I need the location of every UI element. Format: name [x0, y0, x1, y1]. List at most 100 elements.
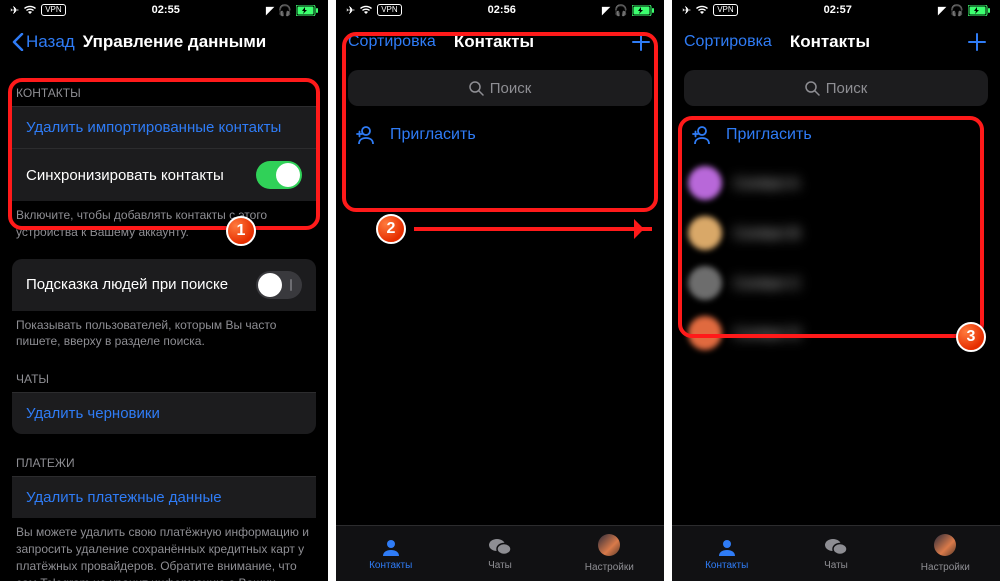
contact-row[interactable]: Contact D: [672, 308, 1000, 358]
airplane-icon: ✈: [682, 4, 691, 17]
annotation-arrow: [414, 227, 652, 231]
settings-tab-icon: [598, 534, 620, 560]
sort-button[interactable]: Сортировка: [684, 33, 772, 51]
tab-label: Контакты: [369, 560, 412, 571]
nav-header: Назад Управление данными: [0, 20, 328, 64]
add-contact-button[interactable]: [966, 31, 988, 53]
delete-imported-contacts[interactable]: Удалить импортированные контакты: [12, 106, 316, 148]
tab-label: Настройки: [921, 562, 970, 573]
battery-icon: [968, 5, 990, 16]
page-title: Контакты: [790, 32, 870, 52]
settings-tab-icon: [934, 534, 956, 560]
search-placeholder: Поиск: [490, 80, 532, 97]
contact-name: Contact D: [734, 325, 984, 342]
invite-icon: [354, 124, 376, 146]
screen-1-data-management: ✈ VPN 02:55 ◤ 🎧 Назад Управление данными…: [0, 0, 328, 581]
chats-tab-icon: [488, 536, 512, 558]
nav-header: Сортировка Контакты: [336, 20, 664, 64]
invite-icon: [690, 124, 712, 146]
status-bar: ✈ VPN 02:56 ◤ 🎧: [336, 0, 664, 20]
status-time: 02:55: [152, 4, 180, 16]
contact-list: Contact A Contact B Contact C Contact D: [672, 158, 1000, 358]
status-time: 02:56: [488, 4, 516, 16]
status-time: 02:57: [824, 4, 852, 16]
search-icon: [469, 81, 484, 96]
contact-name: Contact C: [734, 275, 984, 292]
delete-drafts[interactable]: Удалить черновики: [12, 392, 316, 434]
chats-tab-icon: [824, 536, 848, 558]
headphones-icon: 🎧: [950, 4, 964, 17]
contact-row[interactable]: Contact C: [672, 258, 1000, 308]
contact-name: Contact A: [734, 175, 984, 192]
battery-icon: [632, 5, 654, 16]
back-label: Назад: [26, 32, 75, 52]
page-title: Контакты: [454, 32, 534, 52]
annotation-badge-3: 3: [956, 322, 986, 352]
sync-contacts-toggle[interactable]: [256, 161, 302, 189]
chevron-left-icon: [12, 33, 24, 51]
avatar: [688, 166, 722, 200]
plus-icon: [966, 31, 988, 53]
payments-footer: Вы можете удалить свою платёжную информа…: [12, 518, 316, 581]
avatar: [688, 216, 722, 250]
plus-icon: [630, 31, 652, 53]
airplane-icon: ✈: [346, 4, 355, 17]
search-bar[interactable]: Поиск: [348, 70, 652, 106]
avatar: [688, 316, 722, 350]
tab-chats[interactable]: Чаты: [445, 526, 554, 581]
cell-label: Удалить черновики: [26, 405, 160, 422]
nav-header: Сортировка Контакты: [672, 20, 1000, 64]
tab-contacts[interactable]: Контакты: [672, 526, 781, 581]
tab-chats[interactable]: Чаты: [781, 526, 890, 581]
contacts-tab-icon: [380, 536, 402, 558]
vpn-badge: VPN: [41, 4, 65, 16]
tab-contacts[interactable]: Контакты: [336, 526, 445, 581]
tab-settings[interactable]: Настройки: [891, 526, 1000, 581]
add-contact-button[interactable]: [630, 31, 652, 53]
tab-label: Чаты: [488, 560, 512, 571]
invite-label: Пригласить: [726, 126, 812, 144]
battery-icon: [296, 5, 318, 16]
cell-label: Синхронизировать контакты: [26, 167, 224, 184]
airplane-icon: ✈: [10, 4, 19, 17]
status-bar: ✈ VPN 02:55 ◤ 🎧: [0, 0, 328, 20]
wifi-icon: [359, 5, 373, 15]
sort-button[interactable]: Сортировка: [348, 33, 436, 51]
cell-label: Подсказка людей при поиске: [26, 276, 228, 293]
sync-contacts-cell: Синхронизировать контакты: [12, 148, 316, 201]
invite-button[interactable]: Пригласить: [672, 112, 1000, 158]
vpn-badge: VPN: [713, 4, 737, 16]
search-bar[interactable]: Поиск: [684, 70, 988, 106]
tab-bar: Контакты Чаты Настройки: [336, 525, 664, 581]
annotation-badge-1: 1: [226, 216, 256, 246]
suggest-people-toggle[interactable]: [256, 271, 302, 299]
search-placeholder: Поиск: [826, 80, 868, 97]
suggest-group: Подсказка людей при поиске Показывать по…: [12, 259, 316, 351]
search-icon: [805, 81, 820, 96]
contacts-group: КОНТАКТЫ Удалить импортированные контакт…: [12, 72, 316, 241]
suggest-people-cell: Подсказка людей при поиске: [12, 259, 316, 311]
chats-group: ЧАТЫ Удалить черновики: [12, 358, 316, 434]
wifi-icon: [695, 5, 709, 15]
tab-label: Чаты: [824, 560, 848, 571]
delete-payments[interactable]: Удалить платежные данные: [12, 476, 316, 518]
cell-label: Удалить платежные данные: [26, 489, 222, 506]
contacts-header: КОНТАКТЫ: [12, 72, 316, 106]
status-bar: ✈ VPN 02:57 ◤ 🎧: [672, 0, 1000, 20]
invite-button[interactable]: Пригласить: [336, 112, 664, 158]
contact-row[interactable]: Contact A: [672, 158, 1000, 208]
location-icon: ◤: [602, 4, 610, 17]
tab-label: Контакты: [705, 560, 748, 571]
contact-row[interactable]: Contact B: [672, 208, 1000, 258]
wifi-icon: [23, 5, 37, 15]
location-icon: ◤: [266, 4, 274, 17]
payments-header: ПЛАТЕЖИ: [12, 442, 316, 476]
back-button[interactable]: Назад: [12, 32, 75, 52]
cell-label: Удалить импортированные контакты: [26, 119, 281, 136]
payments-group: ПЛАТЕЖИ Удалить платежные данные Вы може…: [12, 442, 316, 581]
tab-settings[interactable]: Настройки: [555, 526, 664, 581]
page-title: Управление данными: [83, 32, 267, 52]
annotation-badge-2: 2: [376, 214, 406, 244]
vpn-badge: VPN: [377, 4, 401, 16]
location-icon: ◤: [938, 4, 946, 17]
